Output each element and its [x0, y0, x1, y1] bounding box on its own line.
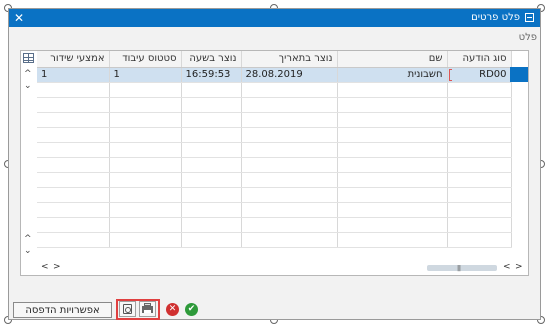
- print-preview-icon: [123, 304, 132, 314]
- output-grid: אמצעי שידור סטטוס עיבוד נוצר בשעה נוצר ב…: [37, 51, 512, 248]
- table-row[interactable]: [37, 202, 512, 218]
- cell-name[interactable]: חשבונית: [337, 67, 448, 83]
- output-section-label: פלט: [518, 32, 537, 43]
- table-row[interactable]: [37, 97, 512, 113]
- scroll-down-icon[interactable]: ⌄: [24, 81, 32, 91]
- table-row[interactable]: [37, 232, 512, 248]
- output-table: ^ ⌄ ^ ⌄ אמצעי שידור סטטוס עיבוד נוצר בשע…: [20, 50, 529, 276]
- scroll-up-icon[interactable]: ^: [24, 69, 32, 79]
- scroll-right-icon[interactable]: >: [515, 262, 523, 272]
- table-row[interactable]: [37, 187, 512, 203]
- row-selector[interactable]: [510, 67, 528, 82]
- cell-date[interactable]: 28.08.2019: [241, 67, 338, 83]
- close-icon[interactable]: ✕: [14, 11, 24, 25]
- column-header-status[interactable]: סטטוס עיבוד: [109, 51, 182, 68]
- print-button[interactable]: [139, 301, 156, 317]
- cancel-button[interactable]: ✕: [166, 303, 179, 316]
- table-row[interactable]: 1 1 16:59:53 28.08.2019 חשבונית RD00: [37, 67, 512, 83]
- column-header-name[interactable]: שם: [337, 51, 448, 68]
- horizontal-scrollbar[interactable]: < > ||| < >: [21, 261, 528, 275]
- grip-icon: |||: [457, 265, 461, 272]
- scroll-left-icon[interactable]: <: [41, 262, 49, 272]
- scroll-right-icon[interactable]: >: [53, 262, 61, 272]
- table-row[interactable]: [37, 217, 512, 233]
- dialog-title: פלט פרטים: [471, 12, 520, 23]
- column-header-time[interactable]: נוצר בשעה: [181, 51, 242, 68]
- window-icon: [525, 13, 534, 22]
- printer-icon: [142, 303, 153, 313]
- column-header-medium[interactable]: אמצעי שידור: [37, 51, 110, 68]
- table-row[interactable]: [37, 172, 512, 188]
- print-preview-button[interactable]: [119, 301, 136, 317]
- scrollbar-thumb[interactable]: |||: [427, 265, 497, 272]
- table-settings-icon[interactable]: [23, 53, 34, 63]
- table-header-row: אמצעי שידור סטטוס עיבוד נוצר בשעה נוצר ב…: [37, 51, 512, 68]
- print-options-button[interactable]: אפשרויות הדפסה: [13, 302, 112, 318]
- column-header-type[interactable]: סוג הודעה: [447, 51, 512, 68]
- confirm-button[interactable]: ✔: [185, 303, 198, 316]
- cell-time[interactable]: 16:59:53: [181, 67, 242, 83]
- cell-status[interactable]: 1: [109, 67, 182, 83]
- column-header-date[interactable]: נוצר בתאריך: [241, 51, 338, 68]
- cell-type-value: RD00: [479, 69, 507, 80]
- table-row[interactable]: [37, 82, 512, 98]
- scroll-left-icon[interactable]: <: [503, 262, 511, 272]
- focus-marker: [448, 68, 452, 81]
- cell-type[interactable]: RD00: [447, 67, 512, 83]
- table-row[interactable]: [37, 127, 512, 143]
- table-row[interactable]: [37, 112, 512, 128]
- scroll-down-icon[interactable]: ⌄: [24, 246, 32, 256]
- table-row[interactable]: [37, 157, 512, 173]
- dialog-titlebar: ✕ פלט פרטים: [9, 9, 540, 27]
- scroll-up-icon[interactable]: ^: [24, 234, 32, 244]
- table-row[interactable]: [37, 142, 512, 158]
- cell-medium[interactable]: 1: [37, 67, 110, 83]
